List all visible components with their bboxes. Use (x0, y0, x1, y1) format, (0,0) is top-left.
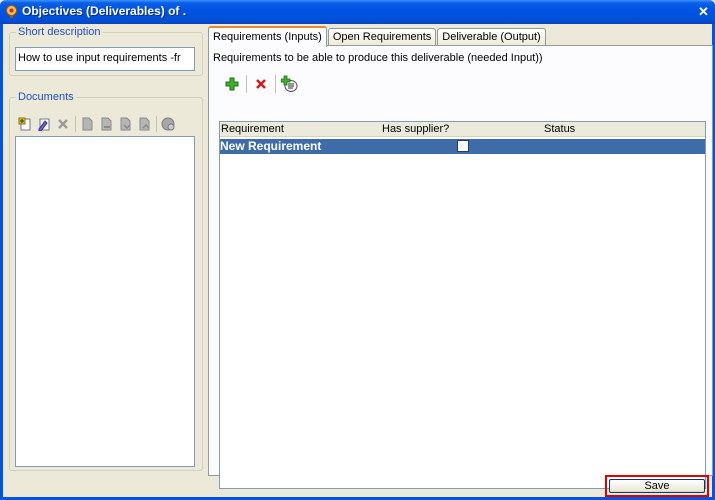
save-highlight: Save (605, 475, 709, 497)
save-button[interactable]: Save (609, 479, 705, 493)
column-header-status[interactable]: Status (544, 123, 575, 135)
short-description-label: Short description (16, 26, 103, 38)
column-header-has-supplier[interactable]: Has supplier? (382, 123, 449, 135)
tab-open-requirements[interactable]: Open Requirements (327, 28, 437, 46)
title-bar[interactable]: Objectives (Deliverables) of . ✕ (0, 0, 715, 24)
toolbar-divider (156, 116, 157, 132)
add-icon[interactable] (223, 75, 241, 93)
left-pane: Short description How to use input requi… (6, 24, 203, 474)
table-header: Requirement Has supplier? Status (220, 122, 705, 137)
table-row[interactable]: New Requirement (220, 139, 705, 154)
paste-document-icon[interactable] (97, 115, 115, 133)
requirements-toolbar (223, 73, 304, 95)
export-document-icon[interactable] (135, 115, 153, 133)
requirements-panel: Requirements to be able to produce this … (208, 45, 713, 489)
documents-label: Documents (16, 91, 76, 103)
window-title: Objectives (Deliverables) of . (22, 4, 187, 18)
close-icon[interactable]: ✕ (696, 3, 711, 20)
add-from-list-icon[interactable] (281, 75, 299, 93)
column-header-requirement[interactable]: Requirement (221, 123, 284, 135)
delete-icon[interactable] (252, 75, 270, 93)
import-document-icon[interactable] (116, 115, 134, 133)
tab-deliverable-output[interactable]: Deliverable (Output) (437, 28, 546, 46)
toolbar-divider (75, 116, 76, 132)
delete-icon[interactable] (54, 115, 72, 133)
requirement-cell[interactable]: New Requirement (220, 139, 321, 154)
documents-toolbar (16, 114, 178, 134)
dialog-body: Short description How to use input requi… (3, 24, 713, 497)
documents-group: Documents (9, 91, 203, 471)
tab-requirements-inputs[interactable]: Requirements (Inputs) (208, 26, 327, 47)
short-description-group: Short description How to use input requi… (9, 26, 203, 76)
app-icon (6, 5, 17, 18)
short-description-input[interactable]: How to use input requirements -fr (15, 47, 195, 71)
dialog-window: Objectives (Deliverables) of . ✕ Short d… (0, 0, 715, 500)
has-supplier-checkbox[interactable] (457, 140, 469, 152)
toolbar-divider (246, 75, 247, 93)
tab-strip: Requirements (Inputs) Open Requirements … (208, 25, 547, 47)
add-document-icon[interactable] (16, 115, 34, 133)
documents-list[interactable] (15, 136, 195, 467)
requirements-caption: Requirements to be able to produce this … (213, 52, 543, 64)
toolbar-divider (275, 75, 276, 93)
edit-document-icon[interactable] (35, 115, 53, 133)
requirements-table[interactable]: Requirement Has supplier? Status New Req… (219, 121, 706, 489)
copy-document-icon[interactable] (78, 115, 96, 133)
refresh-icon[interactable] (159, 115, 177, 133)
